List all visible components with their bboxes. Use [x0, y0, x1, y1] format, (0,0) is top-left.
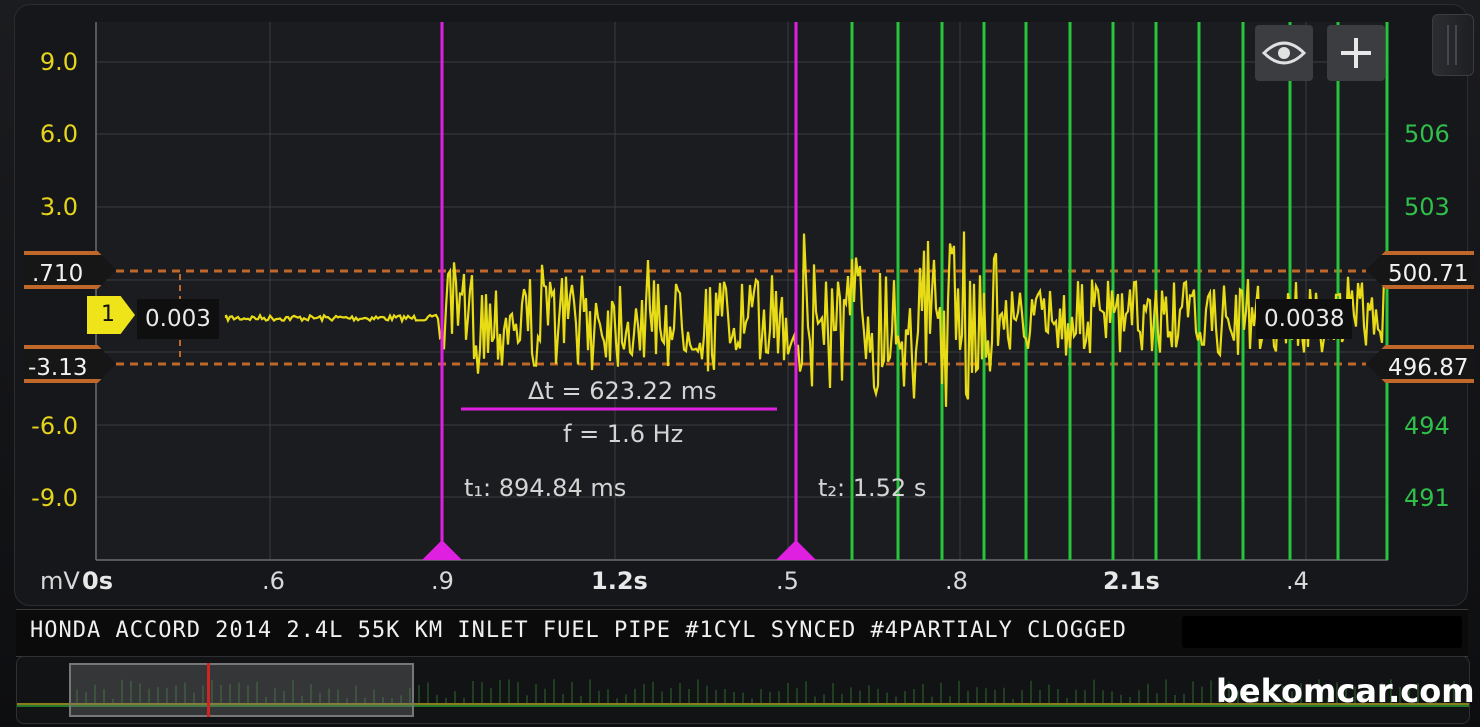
y-tick-left: 3.0	[39, 193, 78, 221]
x-axis-unit: mV	[40, 567, 80, 595]
app-frame: 9.0 6.0 3.0 -6.0 -9.0 506 503 494 491 mV…	[0, 0, 1480, 727]
x-tick: .8	[945, 567, 968, 595]
capture-title-bar[interactable]: HONDA ACCORD 2014 2.4L 55K KM INLET FUEL…	[16, 609, 1468, 657]
watermark: bekomcar.com	[1216, 672, 1475, 710]
visibility-button[interactable]	[1255, 25, 1313, 81]
ref-upper-left-tag[interactable]: .710	[24, 251, 116, 289]
y-tick-left: 9.0	[39, 48, 78, 76]
y-tick-left: 6.0	[39, 120, 78, 148]
y-tick-right: 506	[1404, 120, 1450, 148]
overview-playhead[interactable]	[207, 663, 210, 717]
ref-lower-right-tag[interactable]: 496.87	[1366, 345, 1474, 383]
x-tick: 0s	[82, 567, 113, 595]
overview-viewport-window[interactable]	[69, 663, 414, 717]
capture-title: HONDA ACCORD 2014 2.4L 55K KM INLET FUEL…	[30, 618, 1127, 643]
x-tick: .9	[431, 567, 454, 595]
ref-lower-left-tag[interactable]: -3.13	[24, 345, 116, 383]
delta-t-label: Δt = 623.22 ms	[528, 377, 717, 405]
y-tick-right: 494	[1404, 412, 1450, 440]
t2-label: t₂: 1.52 s	[818, 474, 927, 502]
title-field	[1182, 616, 1462, 648]
x-tick: 2.1s	[1103, 567, 1160, 595]
x-tick: .5	[776, 567, 799, 595]
x-tick: 1.2s	[591, 567, 648, 595]
ref-upper-right-tag[interactable]: 500.71	[1366, 251, 1474, 289]
y-tick-left: -6.0	[31, 412, 78, 440]
plus-icon	[1341, 38, 1371, 68]
frequency-label: f = 1.6 Hz	[563, 420, 684, 448]
eye-icon	[1262, 41, 1306, 65]
channel-value-left: 0.003	[137, 299, 219, 339]
y-tick-right: 491	[1404, 484, 1450, 512]
channel-value-right: 0.0038	[1256, 299, 1353, 339]
add-channel-button[interactable]	[1327, 25, 1385, 81]
y-tick-right: 503	[1404, 193, 1450, 221]
t1-label: t₁: 894.84 ms	[464, 474, 627, 502]
x-tick: .6	[262, 567, 285, 595]
x-tick: .4	[1286, 567, 1309, 595]
y-tick-left: -9.0	[31, 484, 78, 512]
